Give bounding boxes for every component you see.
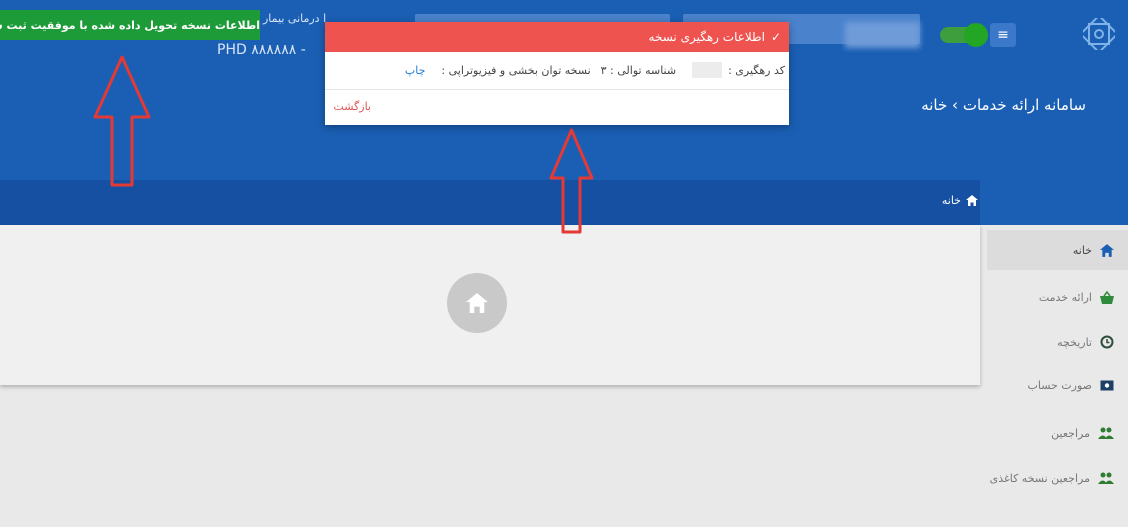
hamburger-icon[interactable]: ≡	[990, 23, 1016, 47]
annotation-arrow-center	[549, 128, 594, 234]
people-icon	[1098, 427, 1114, 439]
sidebar-item-label: خانه	[1072, 243, 1092, 257]
queue-id: شناسه توالی : ۳	[600, 63, 677, 77]
basket-icon	[1100, 290, 1114, 304]
toast-message: اطلاعات نسخه تحویل داده شده با موفقیت ثب…	[0, 18, 260, 32]
sidebar-item-invoice[interactable]: صورت حساب	[1027, 375, 1114, 395]
prescription-type: نسخه توان بخشی و فیزیوتراپی :	[441, 63, 591, 77]
sidebar-item-provide-service[interactable]: ارائه خدمت	[1039, 287, 1114, 307]
sidebar-item-history[interactable]: تاریخچه	[1057, 332, 1114, 352]
sidebar-item-label: تاریخچه	[1057, 335, 1092, 349]
tracking-code-label: کد رهگیری :	[728, 63, 785, 77]
back-link[interactable]: بازگشت	[333, 100, 371, 113]
sidebar-item-home[interactable]: خانه	[1073, 240, 1114, 260]
home-icon	[1100, 243, 1114, 257]
home-placeholder-icon	[447, 273, 507, 333]
sidebar-item-clients[interactable]: مراجعین	[1051, 423, 1114, 443]
sidebar-item-label: صورت حساب	[1027, 378, 1092, 392]
sidebar-item-label: مراجعین نسخه کاغذی	[989, 471, 1090, 485]
tracking-code-value	[692, 62, 723, 78]
sidebar-item-paper-clients[interactable]: مراجعین نسخه کاغذی	[990, 468, 1114, 488]
money-icon	[1100, 380, 1114, 390]
people-icon	[1098, 472, 1114, 484]
history-icon	[1100, 335, 1114, 349]
success-toast: اطلاعات نسخه تحویل داده شده با موفقیت ثب…	[0, 10, 260, 40]
dialog-divider	[325, 89, 789, 90]
dialog-details: کد رهگیری : شناسه توالی : ۳ نسخه توان بخ…	[405, 62, 785, 78]
organization-logo[interactable]	[1083, 18, 1115, 50]
patient-code-text: PHD ۸۸۸۸۸۸ -	[217, 42, 306, 58]
annotation-arrow-left	[93, 55, 151, 187]
print-link[interactable]: چاپ	[405, 64, 426, 77]
sidebar-item-label: ارائه خدمت	[1038, 290, 1092, 304]
check-icon: ✓	[770, 30, 781, 44]
breadcrumb[interactable]: خانه	[942, 194, 978, 207]
page-title: سامانه ارائه خدمات › خانه	[921, 96, 1086, 114]
patient-insurance-text: ا درمانی بیمار	[263, 12, 327, 25]
header-shade	[980, 180, 1128, 225]
dialog-header: ✓ اطلاعات رهگیری نسخه	[325, 22, 789, 52]
sidebar-item-label: مراجعین	[1051, 426, 1090, 440]
toggle-knob[interactable]	[964, 23, 988, 47]
breadcrumb-home[interactable]: خانه	[942, 194, 961, 207]
blurred-user-info	[845, 22, 920, 48]
dialog-title: اطلاعات رهگیری نسخه	[648, 30, 765, 44]
home-icon	[966, 195, 978, 206]
